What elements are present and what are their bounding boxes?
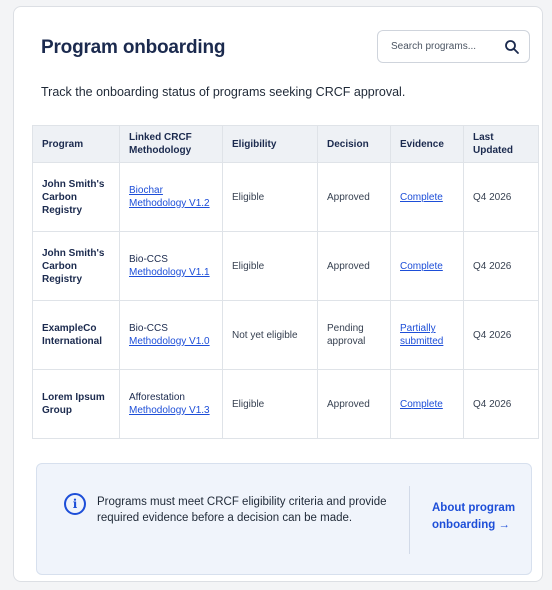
methodology-link[interactable]: Bio-CCS Methodology V1.0 [129,323,210,347]
column-header-eligibility: Eligibility [222,125,318,163]
last-updated-cell: Q4 2026 [463,162,539,232]
methodology-link[interactable]: Bio-CCS Methodology V1.1 [129,254,210,278]
methodology-version-link[interactable]: Methodology V1.1 [129,267,210,278]
eligibility-cell: Eligible [222,162,318,232]
methodology-link[interactable]: Biochar Methodology V1.2 [129,185,210,209]
eligibility-cell: Eligible [222,231,318,301]
program-name: John Smith's Carbon Registry [32,231,120,301]
table-header-row: Program Linked CRCF Methodology Eligibil… [32,125,539,163]
table-row: John Smith's Carbon Registry Biochar Met… [32,162,539,232]
column-header-decision: Decision [317,125,391,163]
info-panel: i Programs must meet CRCF eligibility cr… [36,463,532,575]
evidence-link[interactable]: Partially submitted [400,323,443,347]
methodology-version-link[interactable]: Methodology V1.3 [129,405,210,416]
page-description: Track the onboarding status of programs … [41,85,406,99]
eligibility-cell: Not yet eligible [222,300,318,370]
methodology-name: Afforestation [129,392,185,403]
evidence-cell: Partially submitted [390,300,464,370]
last-updated-cell: Q4 2026 [463,231,539,301]
column-header-evidence: Evidence [390,125,464,163]
methodology-link[interactable]: Afforestation Methodology V1.3 [129,392,210,416]
evidence-link[interactable]: Complete [400,261,443,272]
decision-cell: Pending approval [317,300,391,370]
column-header-program: Program [32,125,120,163]
last-updated-cell: Q4 2026 [463,369,539,439]
methodology-cell: Bio-CCS Methodology V1.0 [119,300,223,370]
methodology-name: Bio-CCS [129,254,168,265]
page-title: Program onboarding [41,37,226,58]
last-updated-cell: Q4 2026 [463,300,539,370]
info-text: Programs must meet CRCF eligibility crit… [97,496,387,524]
methodology-version-link[interactable]: Methodology V1.0 [129,336,210,347]
decision-cell: Approved [317,162,391,232]
methodology-name: Bio-CCS [129,323,168,334]
onboarding-table: Program Linked CRCF Methodology Eligibil… [32,125,539,439]
onboarding-card: Program onboarding Search programs... Tr… [13,6,543,582]
evidence-link[interactable]: Complete [400,192,443,203]
column-header-last-updated: Last Updated [463,125,539,163]
divider [409,486,410,554]
table-row: Lorem Ipsum Group Afforestation Methodol… [32,369,539,439]
table-row: ExampleCo International Bio-CCS Methodol… [32,300,539,370]
evidence-cell: Complete [390,162,464,232]
program-name: ExampleCo International [32,300,120,370]
evidence-link[interactable]: Complete [400,399,443,410]
methodology-cell: Bio-CCS Methodology V1.1 [119,231,223,301]
evidence-cell: Complete [390,369,464,439]
search-input[interactable]: Search programs... [377,30,530,63]
eligibility-cell: Eligible [222,369,318,439]
evidence-cell: Complete [390,231,464,301]
search-icon[interactable] [503,38,521,56]
methodology-cell: Afforestation Methodology V1.3 [119,369,223,439]
decision-cell: Approved [317,231,391,301]
search-placeholder: Search programs... [391,41,477,52]
column-header-methodology: Linked CRCF Methodology [119,125,223,163]
info-icon: i [64,493,86,515]
methodology-cell: Biochar Methodology V1.2 [119,162,223,232]
program-name: Lorem Ipsum Group [32,369,120,439]
table-row: John Smith's Carbon Registry Bio-CCS Met… [32,231,539,301]
about-onboarding-link[interactable]: About program onboarding → [432,500,532,534]
decision-cell: Approved [317,369,391,439]
program-name: John Smith's Carbon Registry [32,162,120,232]
